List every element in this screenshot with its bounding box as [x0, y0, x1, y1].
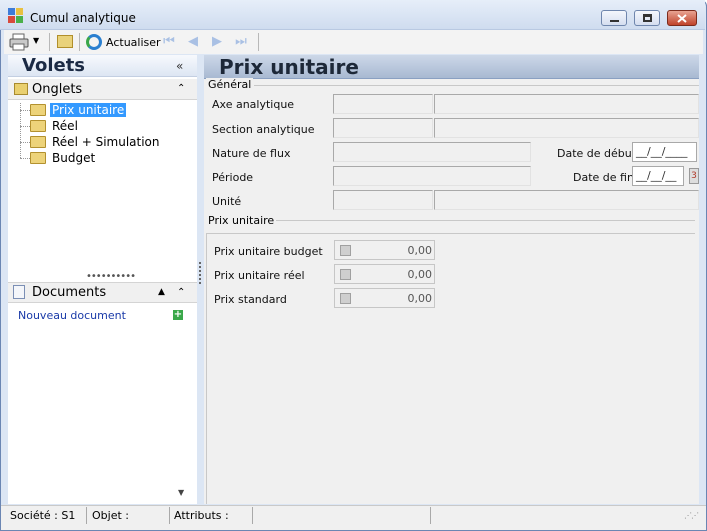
printer-icon[interactable]: [9, 33, 29, 51]
folder-icon: [30, 120, 46, 132]
folder-open-icon: [30, 104, 46, 116]
resize-grip-icon[interactable]: ⋰⋰: [684, 511, 699, 520]
onglets-label: Onglets: [32, 82, 83, 97]
page-title: Prix unitaire: [219, 55, 359, 79]
section-analytique-name-field[interactable]: [434, 118, 699, 138]
new-document-link[interactable]: Nouveau document: [18, 309, 126, 322]
unite-name-field[interactable]: [434, 190, 699, 210]
folder-icon: [30, 136, 46, 148]
first-icon[interactable]: ⏮: [162, 35, 176, 49]
chevron-down-icon[interactable]: ▼: [33, 36, 43, 46]
status-objet: Objet :: [92, 509, 129, 522]
lock-icon[interactable]: [340, 269, 351, 280]
axe-analytique-name-field[interactable]: [434, 94, 699, 114]
group-border: [206, 233, 207, 504]
periode-field[interactable]: [333, 166, 531, 186]
documents-label: Documents: [32, 285, 107, 300]
collapse-section-icon[interactable]: ⌃: [177, 287, 185, 298]
scroll-down-icon[interactable]: ▼: [178, 488, 184, 497]
date-debut-field[interactable]: __/__/____: [632, 142, 697, 162]
status-divider: [252, 507, 253, 524]
calendar-icon[interactable]: 3: [689, 168, 699, 184]
add-icon[interactable]: +: [173, 310, 183, 320]
axe-analytique-code-field[interactable]: [333, 94, 433, 114]
prix-budget-label: Prix unitaire budget: [214, 245, 323, 258]
group-divider: [206, 220, 695, 221]
section-analytique-code-field[interactable]: [333, 118, 433, 138]
status-divider: [86, 507, 87, 524]
status-attributs: Attributs :: [174, 509, 229, 522]
prix-reel-field[interactable]: 0,00: [334, 264, 435, 284]
periode-label: Période: [212, 171, 254, 184]
toolbar-divider: [49, 33, 50, 51]
group-prix-title: Prix unitaire: [206, 214, 277, 227]
prev-icon[interactable]: ◀: [186, 35, 200, 49]
lock-icon[interactable]: [340, 245, 351, 256]
group-divider: [254, 85, 699, 86]
nature-flux-label: Nature de flux: [212, 147, 291, 160]
folder-icon: [30, 152, 46, 164]
unite-label: Unité: [212, 195, 242, 208]
date-fin-label: Date de fin: [573, 171, 634, 184]
refresh-button[interactable]: Actualiser: [106, 36, 161, 49]
status-divider: [169, 507, 170, 524]
toolbar-divider: [258, 33, 259, 51]
last-icon[interactable]: ⏭: [234, 35, 248, 49]
prix-standard-label: Prix standard: [214, 293, 287, 306]
prix-standard-field[interactable]: 0,00: [334, 288, 435, 308]
window-title: Cumul analytique: [30, 11, 136, 25]
app-icon: [8, 8, 24, 24]
unite-code-field[interactable]: [333, 190, 433, 210]
collapse-pane-icon[interactable]: «: [176, 59, 183, 73]
refresh-icon[interactable]: [86, 34, 102, 50]
prix-reel-label: Prix unitaire réel: [214, 269, 305, 282]
status-divider: [430, 507, 431, 524]
minimize-button[interactable]: [601, 10, 627, 26]
close-icon: [677, 14, 687, 23]
lock-icon[interactable]: [340, 293, 351, 304]
pane-splitter[interactable]: [199, 262, 201, 284]
document-icon: [13, 285, 25, 299]
section-splitter[interactable]: ••••••••••: [86, 271, 136, 282]
maximize-button[interactable]: [634, 10, 660, 26]
volets-title: Volets: [22, 55, 86, 76]
folder-icon[interactable]: [57, 35, 73, 48]
next-icon[interactable]: ▶: [210, 35, 224, 49]
group-general-title: Général: [206, 78, 254, 91]
section-analytique-label: Section analytique: [212, 123, 315, 136]
date-fin-field[interactable]: __/__/__: [632, 166, 684, 186]
date-debut-label: Date de début: [557, 147, 637, 160]
chevron-up-icon[interactable]: ▲: [158, 287, 165, 297]
toolbar-divider: [79, 33, 80, 51]
axe-analytique-label: Axe analytique: [212, 98, 295, 111]
prix-budget-field[interactable]: 0,00: [334, 240, 435, 260]
close-button[interactable]: [667, 10, 697, 26]
group-border: [206, 233, 695, 234]
tree-line: [20, 103, 21, 158]
status-societe: Société : S1: [10, 509, 76, 522]
folder-icon: [14, 83, 28, 95]
collapse-section-icon[interactable]: ⌃: [177, 83, 185, 94]
nature-flux-field[interactable]: [333, 142, 531, 162]
